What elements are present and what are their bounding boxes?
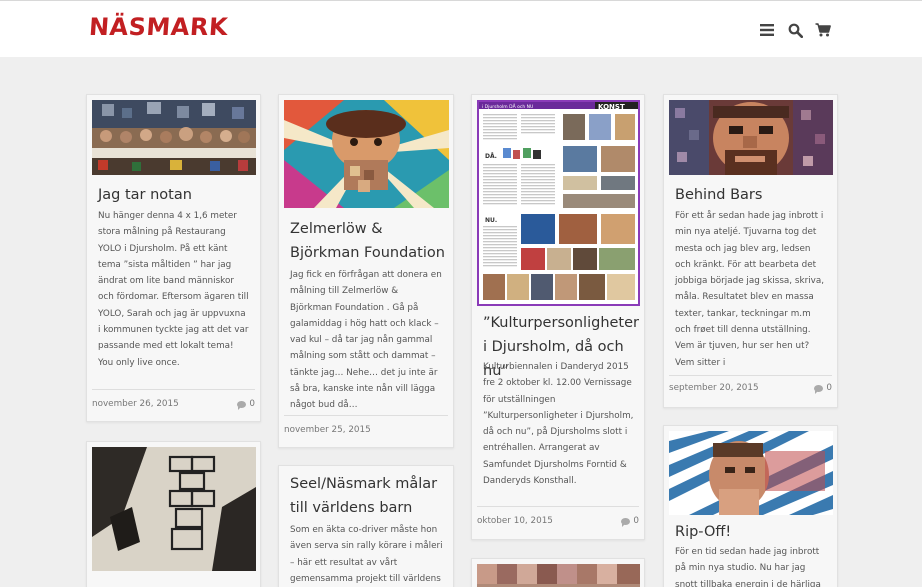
comment-count[interactable]: 0 <box>621 516 639 527</box>
post-excerpt: Jag fick en förfrågan att donera en måln… <box>290 270 442 411</box>
post-thumbnail[interactable] <box>92 100 256 175</box>
post-date[interactable]: november 25, 2015 <box>284 425 371 435</box>
poster-heading: KONST <box>598 103 625 111</box>
poster-nu: NU. <box>485 217 497 224</box>
post-thumbnail[interactable] <box>669 100 833 175</box>
post-card[interactable]: Jag tar notan Nu hänger denna 4 x 1,6 me… <box>86 94 261 422</box>
post-thumbnail[interactable] <box>669 431 833 515</box>
post-card[interactable]: Zelmerlöw & Björkman Foundation Jag fick… <box>278 94 454 448</box>
menu-icon[interactable] <box>758 21 776 39</box>
card-divider <box>669 375 832 376</box>
post-card[interactable] <box>86 441 261 587</box>
card-divider <box>92 389 255 390</box>
comment-count-value: 0 <box>826 383 832 393</box>
post-date[interactable]: september 20, 2015 <box>669 383 759 393</box>
post-card[interactable]: Seel/Näsmark målar till världens barn So… <box>278 465 454 587</box>
comment-count[interactable]: 0 <box>814 383 832 394</box>
card-divider <box>477 506 639 507</box>
post-thumbnail[interactable]: KONST i Djursholm DÅ och NU DÅ. NU. <box>477 100 640 306</box>
header-nav <box>758 21 832 39</box>
post-title[interactable]: Zelmerlöw & Björkman Foundation <box>290 217 445 265</box>
card-divider <box>284 415 448 416</box>
post-card[interactable]: KONST i Djursholm DÅ och NU DÅ. NU. ”Kul… <box>471 94 645 540</box>
post-date[interactable]: november 26, 2015 <box>92 399 179 409</box>
post-date[interactable]: oktober 10, 2015 <box>477 516 553 526</box>
poster-da: DÅ. <box>485 153 497 160</box>
comment-icon <box>237 400 247 410</box>
post-card[interactable]: Rip-Off! För en tid sedan hade jag inbro… <box>663 425 838 587</box>
comment-count[interactable]: 0 <box>237 399 255 410</box>
comment-count-value: 0 <box>249 399 255 409</box>
post-excerpt: Som en äkta co-driver måste hon även ser… <box>290 525 443 584</box>
post-meta: november 25, 2015 <box>284 425 448 435</box>
search-icon[interactable] <box>786 21 804 39</box>
poster-title: i Djursholm DÅ och NU <box>482 103 533 110</box>
post-meta: oktober 10, 2015 0 <box>477 516 639 527</box>
post-title[interactable]: Behind Bars <box>675 183 829 207</box>
post-thumbnail[interactable] <box>284 100 449 208</box>
post-title[interactable]: Rip-Off! <box>675 520 829 544</box>
site-logo[interactable]: NÄSMARK <box>88 13 229 41</box>
cart-icon[interactable] <box>814 21 832 39</box>
post-excerpt: För en tid sedan hade jag inbrott på min… <box>675 547 821 587</box>
comment-icon <box>621 517 631 527</box>
comment-icon <box>814 384 824 394</box>
post-thumbnail[interactable] <box>92 447 256 571</box>
post-excerpt: För ett år sedan hade jag inbrott i min … <box>675 211 825 368</box>
post-meta: november 26, 2015 0 <box>92 399 255 410</box>
post-thumbnail[interactable] <box>477 564 640 587</box>
post-excerpt: Nu hänger denna 4 x 1,6 meter stora måln… <box>98 211 249 368</box>
post-title[interactable]: Seel/Näsmark målar till världens barn <box>290 472 445 520</box>
post-meta: september 20, 2015 0 <box>669 383 832 394</box>
site-header: NÄSMARK <box>0 0 922 57</box>
post-card[interactable] <box>471 558 645 587</box>
post-card[interactable]: Behind Bars För ett år sedan hade jag in… <box>663 94 838 408</box>
comment-count-value: 0 <box>633 516 639 526</box>
post-title[interactable]: Jag tar notan <box>98 183 252 207</box>
post-excerpt: Kulturbiennalen i Danderyd 2015 fre 2 ok… <box>483 362 634 487</box>
